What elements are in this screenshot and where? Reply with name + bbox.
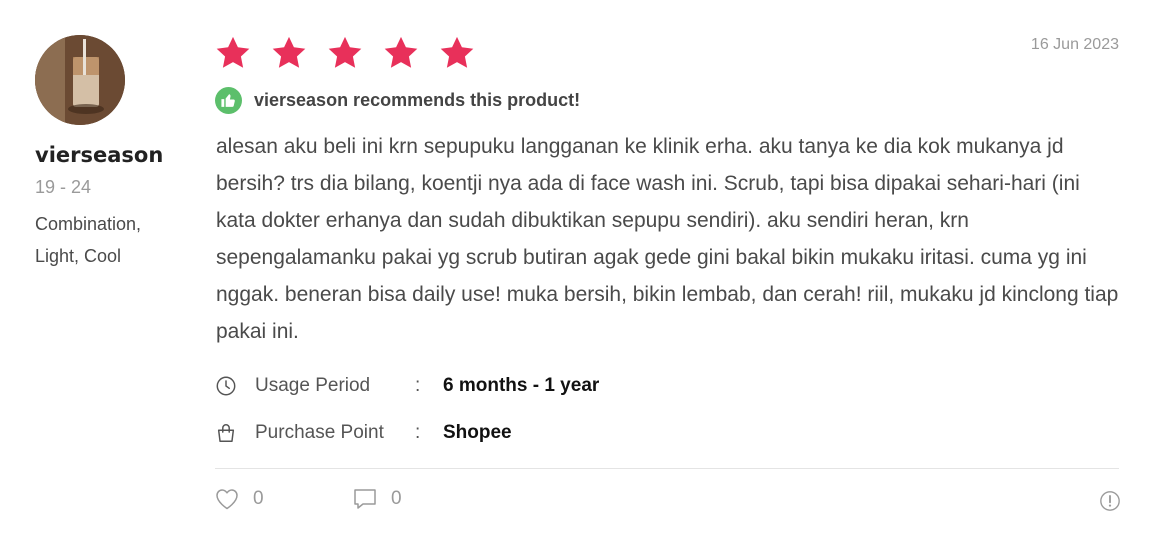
comment-count: 0 (391, 488, 402, 509)
clock-icon (216, 376, 236, 396)
star-icon (328, 36, 362, 68)
purchase-point-label: Purchase Point (255, 422, 384, 443)
recommendation-badge: vierseason recommends this product! (215, 87, 580, 114)
star-icon (440, 36, 474, 68)
usage-period-label: Usage Period (255, 375, 371, 396)
usage-period-separator: : (415, 375, 421, 396)
comment-button[interactable]: 0 (353, 488, 402, 510)
thumbs-up-icon (215, 87, 242, 114)
avatar[interactable] (35, 35, 125, 125)
star-rating (214, 34, 476, 72)
shopping-bag-icon (217, 424, 235, 442)
heart-icon (216, 489, 238, 510)
reviewer-skin-profile: Combination, Light, Cool (35, 214, 142, 266)
comment-icon (354, 489, 376, 509)
like-button[interactable]: 0 (215, 488, 264, 510)
star-icon (384, 36, 418, 68)
purchase-point-separator: : (415, 422, 421, 443)
review-body: alesan aku beli ini krn sepupuku langgan… (216, 135, 1119, 343)
review-date: 16 Jun 2023 (1030, 36, 1119, 53)
reviewer-age-range: 19 - 24 (35, 177, 92, 197)
usage-period-value: 6 months - 1 year (443, 375, 600, 396)
divider (215, 468, 1119, 469)
star-icon (216, 36, 250, 68)
purchase-point-row: Purchase Point : Shopee (215, 422, 512, 444)
reviewer-username[interactable]: vierseason (35, 143, 163, 167)
star-icon (272, 36, 306, 68)
recommendation-text: vierseason recommends this product! (254, 90, 581, 110)
report-icon[interactable] (1099, 490, 1121, 512)
like-count: 0 (253, 488, 264, 509)
purchase-point-value: Shopee (443, 422, 512, 443)
usage-period-row: Usage Period : 6 months - 1 year (215, 375, 599, 397)
